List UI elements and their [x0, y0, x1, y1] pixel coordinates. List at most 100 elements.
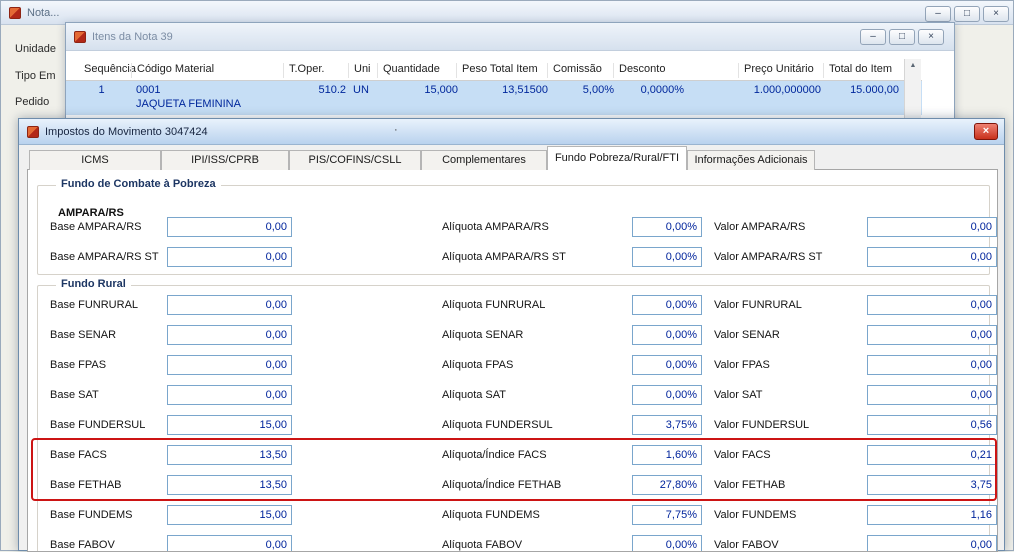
aliquota-label: Alíquota/Índice FETHAB	[442, 479, 562, 491]
cell-codigo: 0001	[136, 84, 161, 96]
close-button[interactable]: ×	[983, 6, 1009, 22]
vertical-scrollbar[interactable]: ▲	[904, 59, 921, 123]
aliquota-field[interactable]	[632, 325, 702, 345]
base-label: Base FABOV	[50, 539, 115, 551]
valor-field[interactable]	[867, 415, 997, 435]
cell-quantidade: 15,000	[424, 84, 458, 96]
aliquota-label: Alíquota AMPARA/RS ST	[442, 251, 566, 263]
base-field[interactable]	[167, 505, 292, 525]
aliquota-field[interactable]	[632, 355, 702, 375]
valor-field[interactable]	[867, 535, 997, 551]
valor-label: Valor FACS	[714, 449, 771, 461]
base-field[interactable]	[167, 295, 292, 315]
valor-field[interactable]	[867, 475, 997, 495]
valor-label: Valor FABOV	[714, 539, 779, 551]
aliquota-field[interactable]	[632, 415, 702, 435]
aliquota-field[interactable]	[632, 505, 702, 525]
valor-field[interactable]	[867, 385, 997, 405]
table-header: Sequência Código Material T.Oper. Uni Qu…	[66, 59, 922, 81]
group-title: Fundo Rural	[56, 278, 131, 290]
base-label: Base SAT	[50, 389, 99, 401]
col-desconto[interactable]: Desconto	[613, 63, 665, 78]
tax-row-fethab: Base FETHAB Alíquota/Índice FETHAB Valor…	[28, 475, 997, 495]
valor-field[interactable]	[867, 217, 997, 237]
tab-fundo-pobreza-rural-fti[interactable]: Fundo Pobreza/Rural/FTI	[547, 146, 687, 170]
aliquota-label: Alíquota SAT	[442, 389, 506, 401]
impostos-titlebar[interactable]: Impostos do Movimento 3047424 · ×	[19, 119, 1004, 145]
valor-label: Valor FPAS	[714, 359, 770, 371]
aliquota-field[interactable]	[632, 385, 702, 405]
base-field[interactable]	[167, 385, 292, 405]
col-quantidade[interactable]: Quantidade	[377, 63, 440, 78]
valor-field[interactable]	[867, 325, 997, 345]
col-t-oper[interactable]: T.Oper.	[283, 63, 324, 78]
col-total-do-item[interactable]: Total do Item	[823, 63, 892, 78]
app-icon	[27, 125, 39, 138]
aliquota-field[interactable]	[632, 475, 702, 495]
valor-field[interactable]	[867, 445, 997, 465]
col-codigo-material[interactable]: Código Material	[131, 63, 214, 78]
aliquota-field[interactable]	[632, 217, 702, 237]
col-comissao[interactable]: Comissão	[547, 63, 602, 78]
label-unidade: Unidade	[15, 43, 56, 55]
aliquota-field[interactable]	[632, 535, 702, 551]
tax-row-fabov: Base FABOV Alíquota FABOV Valor FABOV	[28, 535, 997, 551]
window-impostos-do-movimento: Impostos do Movimento 3047424 · × ICMS IP…	[18, 118, 1005, 552]
valor-field[interactable]	[867, 355, 997, 375]
tax-row-fpas: Base FPAS Alíquota FPAS Valor FPAS	[28, 355, 997, 375]
cell-preco-unitario: 1.000,000000	[753, 84, 821, 96]
col-sequencia[interactable]: Sequência	[79, 63, 136, 78]
tab-panel-fundo-pobreza: Fundo de Combate à Pobreza AMPARA/RS Fun…	[27, 169, 998, 552]
base-field[interactable]	[167, 445, 292, 465]
minimize-button[interactable]: –	[860, 29, 886, 45]
col-preco-unitario[interactable]: Preço Unitário	[738, 63, 814, 78]
maximize-button[interactable]: □	[954, 6, 980, 22]
aliquota-field[interactable]	[632, 445, 702, 465]
aliquota-field[interactable]	[632, 295, 702, 315]
base-label: Base FUNDERSUL	[50, 419, 146, 431]
col-uni[interactable]: Uni	[348, 63, 371, 78]
valor-label: Valor SENAR	[714, 329, 780, 341]
aliquota-label: Alíquota FUNDEMS	[442, 509, 540, 521]
window-itens-da-nota: Itens da Nota 39 – □ × Sequência Código …	[65, 22, 955, 123]
maximize-button[interactable]: □	[889, 29, 915, 45]
aliquota-field[interactable]	[632, 247, 702, 267]
base-field[interactable]	[167, 325, 292, 345]
valor-label: Valor SAT	[714, 389, 763, 401]
col-peso-total-item[interactable]: Peso Total Item	[456, 63, 538, 78]
valor-label: Valor AMPARA/RS ST	[714, 251, 823, 263]
base-label: Base FUNDEMS	[50, 509, 133, 521]
minimize-button[interactable]: –	[925, 6, 951, 22]
close-button[interactable]: ×	[974, 123, 998, 140]
base-field[interactable]	[167, 415, 292, 435]
base-field[interactable]	[167, 535, 292, 551]
valor-label: Valor FETHAB	[714, 479, 786, 491]
aliquota-label: Alíquota AMPARA/RS	[442, 221, 549, 233]
tab-icms[interactable]: ICMS	[29, 150, 161, 170]
tab-informacoes-adicionais[interactable]: Informações Adicionais	[687, 150, 815, 170]
window-controls: – □ ×	[857, 29, 944, 45]
valor-field[interactable]	[867, 247, 997, 267]
base-field[interactable]	[167, 475, 292, 495]
valor-field[interactable]	[867, 295, 997, 315]
group-title: Fundo de Combate à Pobreza	[56, 178, 221, 190]
itens-titlebar[interactable]: Itens da Nota 39 – □ ×	[66, 23, 954, 51]
tab-pis-cofins-csll[interactable]: PIS/COFINS/CSLL	[289, 150, 421, 170]
cell-total-item: 15.000,00	[850, 84, 899, 96]
label-tipo-emissao: Tipo Em	[15, 70, 56, 82]
base-field[interactable]	[167, 355, 292, 375]
table-row-selected[interactable]: 1 0001 JAQUETA FEMININA 510.2 UN 15,000 …	[66, 81, 922, 115]
tab-complementares[interactable]: Complementares	[421, 150, 547, 170]
label-pedido: Pedido	[15, 96, 50, 108]
desktop: { "chrome": { "minimize": "–", "maximize…	[0, 0, 1014, 552]
tab-ipi-iss-cprb[interactable]: IPI/ISS/CPRB	[161, 150, 289, 170]
scroll-up-icon[interactable]: ▲	[905, 59, 921, 73]
aliquota-label: Alíquota FUNDERSUL	[442, 419, 553, 431]
base-field[interactable]	[167, 217, 292, 237]
cell-sequencia: 1	[98, 84, 105, 96]
base-label: Base FACS	[50, 449, 107, 461]
valor-field[interactable]	[867, 505, 997, 525]
close-button[interactable]: ×	[918, 29, 944, 45]
tax-row-fundersul: Base FUNDERSUL Alíquota FUNDERSUL Valor …	[28, 415, 997, 435]
base-field[interactable]	[167, 247, 292, 267]
